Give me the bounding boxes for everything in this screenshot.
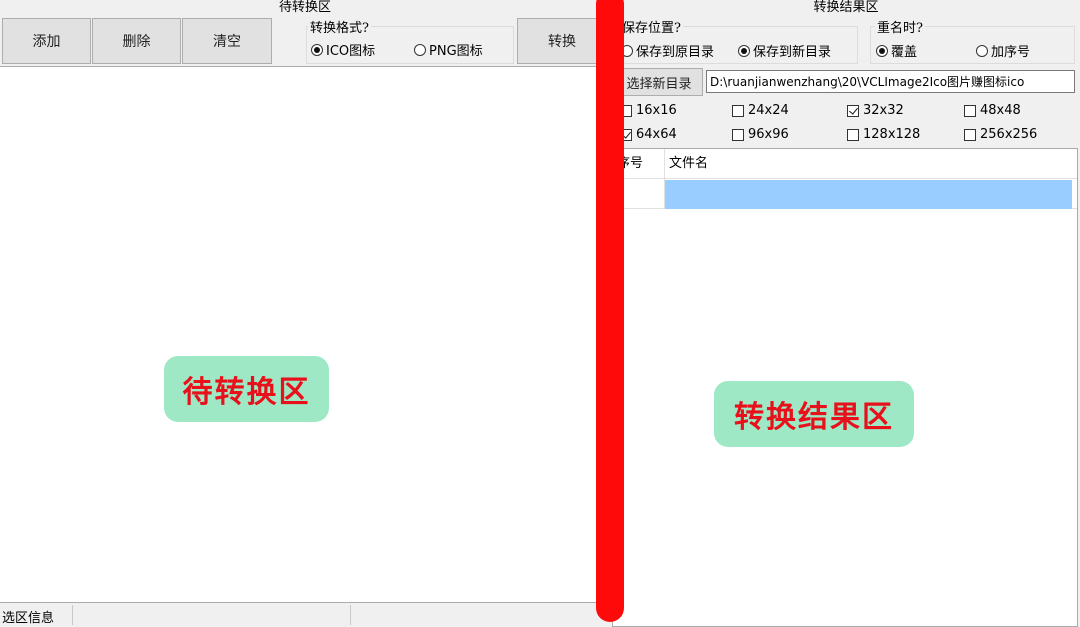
save-original-radio[interactable]: 保存到原目录 xyxy=(621,41,714,60)
add-number-label: 加序号 xyxy=(991,45,1031,60)
result-area-annotation: 转换结果区 xyxy=(714,381,914,447)
checkbox-icon xyxy=(732,128,744,141)
radio-selected-icon xyxy=(738,44,750,57)
select-dir-button[interactable]: 选择新目录 xyxy=(615,68,703,96)
checkbox-icon xyxy=(964,128,976,141)
size-label: 16x16 xyxy=(636,103,677,118)
size-label: 256x256 xyxy=(980,127,1038,142)
size-256-checkbox[interactable]: 256x256 xyxy=(964,127,1037,142)
status-divider xyxy=(350,605,351,625)
pending-area-annotation: 待转换区 xyxy=(164,356,329,422)
size-96-checkbox[interactable]: 96x96 xyxy=(732,127,789,142)
status-divider xyxy=(72,605,73,625)
size-128-checkbox[interactable]: 128x128 xyxy=(847,127,920,142)
column-header-filename[interactable]: 文件名 xyxy=(669,152,708,171)
dir-path-input[interactable]: D:\ruanjianwenzhang\20\VCLImage2Ico图片赚图标… xyxy=(706,70,1075,93)
size-32-checkbox[interactable]: 32x32 xyxy=(847,103,904,118)
size-64-checkbox[interactable]: 64x64 xyxy=(620,127,677,142)
format-ico-label: ICO图标 xyxy=(326,44,376,59)
radio-selected-icon xyxy=(876,44,888,57)
right-panel-title: 转换结果区 xyxy=(813,0,879,15)
checkbox-icon xyxy=(964,104,976,117)
table-row[interactable] xyxy=(613,180,1077,209)
save-original-label: 保存到原目录 xyxy=(636,45,715,60)
size-label: 64x64 xyxy=(636,127,677,142)
selected-cell[interactable] xyxy=(665,180,1072,209)
checkbox-icon xyxy=(732,104,744,117)
overwrite-label: 覆盖 xyxy=(891,45,918,60)
table-header: 序号 文件名 xyxy=(613,149,1077,209)
add-button[interactable]: 添加 xyxy=(2,18,91,64)
format-ico-radio[interactable]: ICO图标 xyxy=(311,40,375,59)
clear-button[interactable]: 清空 xyxy=(182,18,272,64)
status-bar: 选区信息 xyxy=(0,604,610,627)
size-24-checkbox[interactable]: 24x24 xyxy=(732,103,789,118)
radio-unselected-icon xyxy=(414,43,426,56)
red-divider-annotation xyxy=(596,0,624,622)
format-group-title: 转换格式? xyxy=(308,17,371,36)
checkbox-checked-icon xyxy=(847,104,859,117)
size-label: 32x32 xyxy=(863,103,904,118)
save-new-radio[interactable]: 保存到新目录 xyxy=(738,41,831,60)
size-label: 128x128 xyxy=(863,127,921,142)
status-text: 选区信息 xyxy=(2,611,55,626)
size-label: 24x24 xyxy=(748,103,789,118)
add-number-radio[interactable]: 加序号 xyxy=(976,41,1030,60)
size-label: 48x48 xyxy=(980,103,1021,118)
radio-selected-icon xyxy=(311,43,323,56)
overwrite-radio[interactable]: 覆盖 xyxy=(876,41,917,60)
rename-title: 重名时? xyxy=(875,17,925,36)
size-16-checkbox[interactable]: 16x16 xyxy=(620,103,677,118)
size-options: 16x16 24x24 32x32 48x48 64x64 96x96 128x… xyxy=(612,98,1080,148)
save-new-label: 保存到新目录 xyxy=(753,45,832,60)
radio-unselected-icon xyxy=(976,44,988,57)
checkbox-icon xyxy=(847,128,859,141)
size-label: 96x96 xyxy=(748,127,789,142)
format-png-radio[interactable]: PNG图标 xyxy=(414,40,483,59)
delete-button[interactable]: 删除 xyxy=(92,18,181,64)
pending-file-list[interactable] xyxy=(0,66,610,603)
save-location-title: 保存位置? xyxy=(620,17,683,36)
left-panel-title: 待转换区 xyxy=(278,0,331,15)
convert-button[interactable]: 转换 xyxy=(517,18,607,64)
format-png-label: PNG图标 xyxy=(429,44,483,59)
size-48-checkbox[interactable]: 48x48 xyxy=(964,103,1021,118)
